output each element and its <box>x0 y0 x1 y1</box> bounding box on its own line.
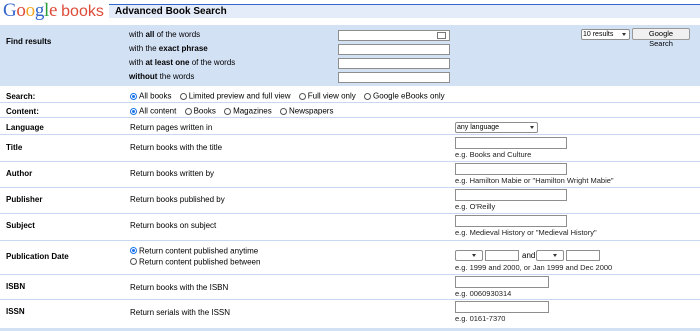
publication-date-label: Publication Date <box>6 252 69 261</box>
search-option-limited-preview[interactable]: Limited preview and full view <box>179 91 291 101</box>
content-option-magazines[interactable]: Magazines <box>224 106 272 116</box>
all-words-input[interactable] <box>338 30 450 41</box>
radio-selected-icon[interactable] <box>130 247 137 255</box>
radio-icon[interactable] <box>364 92 372 100</box>
divider <box>0 102 700 103</box>
without-words-input[interactable] <box>338 72 450 83</box>
author-example: e.g. Hamilton Mabie or "Hamilton Wright … <box>455 176 614 185</box>
content-option-books[interactable]: Books <box>184 106 216 116</box>
find-results-panel: Find results with all of the words with … <box>0 25 700 86</box>
isbn-desc: Return books with the ISBN <box>130 283 229 292</box>
content-label: Content: <box>6 107 39 116</box>
and-label: and <box>522 251 536 260</box>
page-title-bar: Advanced Book Search <box>109 4 700 18</box>
chevron-down-icon <box>553 254 557 257</box>
divider <box>0 274 700 275</box>
search-option-all-books[interactable]: All books <box>130 91 171 101</box>
language-select[interactable]: any language <box>455 122 538 133</box>
publisher-input[interactable] <box>455 189 567 201</box>
subject-input[interactable] <box>455 215 567 227</box>
radio-selected-icon[interactable] <box>130 92 137 100</box>
pubdate-option-anytime[interactable]: Return content published anytime <box>130 246 258 255</box>
search-label: Search: <box>6 92 36 101</box>
keyboard-icon[interactable] <box>437 32 446 39</box>
end-month-select[interactable] <box>536 250 564 261</box>
radio-icon[interactable] <box>184 107 192 115</box>
title-example: e.g. Books and Culture <box>455 150 532 159</box>
chevron-down-icon <box>622 33 626 36</box>
content-option-all[interactable]: All content <box>130 106 176 116</box>
search-option-full-view[interactable]: Full view only <box>298 91 356 101</box>
isbn-example: e.g. 0060930314 <box>455 289 512 298</box>
google-search-button[interactable]: Google Search <box>632 28 690 48</box>
radio-selected-icon[interactable] <box>130 107 137 115</box>
google-books-logo[interactable]: Google books <box>3 1 104 21</box>
results-count-select[interactable]: 10 results <box>581 29 630 40</box>
author-desc: Return books written by <box>130 169 215 178</box>
exact-phrase-input[interactable] <box>338 44 450 55</box>
exact-phrase-label: with the exact phrase <box>129 44 208 53</box>
title-input[interactable] <box>455 137 567 149</box>
issn-example: e.g. 0161-7370 <box>455 314 506 323</box>
isbn-input[interactable] <box>455 276 549 288</box>
end-year-input[interactable] <box>566 250 600 261</box>
chevron-down-icon <box>530 126 534 129</box>
without-words-label: without the words <box>129 72 195 81</box>
subject-example: e.g. Medieval History or "Medieval Histo… <box>455 228 597 237</box>
issn-input[interactable] <box>455 301 549 313</box>
author-label: Author <box>6 169 33 178</box>
content-options: All content Books Magazines Newspapers <box>130 106 339 116</box>
publisher-example: e.g. O'Reilly <box>455 202 496 211</box>
subject-desc: Return books on subject <box>130 221 217 230</box>
language-label: Language <box>6 123 44 132</box>
divider <box>0 299 700 300</box>
start-month-select[interactable] <box>455 250 483 261</box>
publication-date-example: e.g. 1999 and 2000, or Jan 1999 and Dec … <box>455 263 613 272</box>
at-least-one-label: with at least one of the words <box>129 58 236 67</box>
divider <box>0 240 700 241</box>
divider <box>0 187 700 188</box>
issn-label: ISSN <box>6 307 25 316</box>
find-results-label: Find results <box>6 37 52 46</box>
radio-icon[interactable] <box>224 107 232 115</box>
radio-icon[interactable] <box>179 92 187 100</box>
pubdate-option-between[interactable]: Return content published between <box>130 257 260 266</box>
author-input[interactable] <box>455 163 567 175</box>
divider <box>0 213 700 214</box>
title-desc: Return books with the title <box>130 143 223 152</box>
content-option-newspapers[interactable]: Newspapers <box>279 106 333 116</box>
page-title: Advanced Book Search <box>115 6 227 17</box>
isbn-label: ISBN <box>6 282 26 291</box>
google-wordmark: Google <box>3 0 58 21</box>
all-words-label: with all of the words <box>129 30 201 39</box>
search-options: All books Limited preview and full view … <box>130 91 451 101</box>
at-least-one-input[interactable] <box>338 58 450 69</box>
start-year-input[interactable] <box>485 250 519 261</box>
divider <box>0 134 700 135</box>
language-desc: Return pages written in <box>130 123 213 132</box>
divider <box>0 117 700 118</box>
books-wordmark: books <box>61 3 104 20</box>
divider <box>0 161 700 162</box>
search-option-google-ebooks[interactable]: Google eBooks only <box>364 91 445 101</box>
subject-label: Subject <box>6 221 35 230</box>
radio-icon[interactable] <box>130 258 137 266</box>
radio-icon[interactable] <box>279 107 287 115</box>
publisher-label: Publisher <box>6 195 43 204</box>
chevron-down-icon <box>472 254 476 257</box>
issn-desc: Return serials with the ISSN <box>130 308 231 317</box>
publisher-desc: Return books published by <box>130 195 225 204</box>
radio-icon[interactable] <box>298 92 306 100</box>
title-label: Title <box>6 143 23 152</box>
